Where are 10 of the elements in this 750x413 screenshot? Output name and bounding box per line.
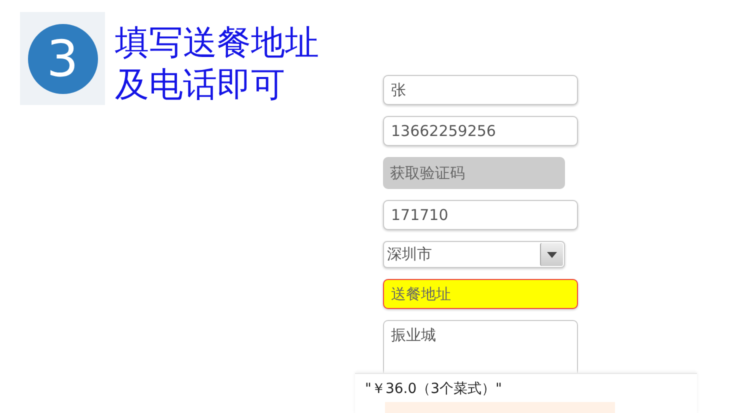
input-field[interactable]: 171710: [383, 200, 578, 230]
address-detail-field[interactable]: 振业城: [383, 320, 578, 376]
address-field[interactable]: 送餐地址: [383, 279, 578, 309]
order-total-text: "￥36.0（3个菜式）": [364, 380, 503, 398]
input-field[interactable]: 张: [383, 75, 578, 105]
instruction-text: 及电话即可: [115, 64, 286, 106]
input-field[interactable]: 13662259256: [383, 116, 578, 146]
step-number-badge: 3: [28, 24, 98, 94]
instruction-text: 填写送餐地址: [115, 22, 319, 64]
city-dropdown[interactable]: 深圳市: [383, 241, 565, 268]
